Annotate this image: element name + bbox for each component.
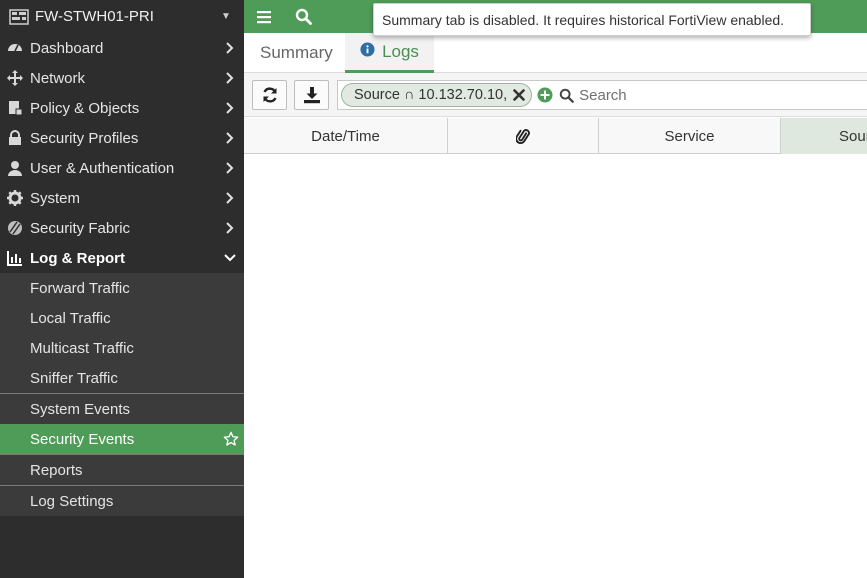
tab-logs[interactable]: Logs [345, 33, 434, 73]
nav-label-security-profiles: Security Profiles [30, 129, 139, 147]
download-button[interactable] [294, 80, 329, 110]
column-label: Date/Time [311, 127, 380, 145]
chevron-right-icon [218, 153, 242, 183]
filter-chip-source[interactable]: Source ∩ 10.132.70.10, [341, 83, 533, 107]
nav-label-log-report: Log & Report [30, 249, 125, 267]
filter-search-box[interactable]: Source ∩ 10.132.70.10, [337, 80, 867, 110]
info-icon [360, 41, 375, 62]
chevron-right-icon [218, 93, 242, 123]
nav-label-dashboard: Dashboard [30, 39, 104, 57]
tab-summary[interactable]: Summary [260, 33, 333, 73]
nav-label-user-authentication: User & Authentication [30, 159, 175, 177]
nav-item-policy-objects[interactable]: Policy & Objects [0, 93, 244, 123]
nav-label-system: System [30, 189, 81, 207]
tab-bar: Summary Logs [244, 33, 867, 73]
hamburger-menu-icon[interactable] [246, 0, 282, 33]
chevron-right-icon [218, 123, 242, 153]
dashboard-icon [6, 39, 24, 57]
nav-item-network[interactable]: Network [0, 63, 244, 93]
sub-label: Reports [30, 461, 83, 479]
nav-label-security-fabric: Security Fabric [30, 219, 131, 237]
fabric-icon [6, 219, 24, 237]
nav-item-security-profiles[interactable]: Security Profiles [0, 123, 244, 153]
close-icon[interactable] [513, 89, 525, 101]
star-icon[interactable] [218, 424, 244, 454]
column-label: Service [664, 127, 715, 145]
sub-label: Security Events [30, 430, 135, 448]
nav-item-log-report[interactable]: Log & Report [0, 243, 244, 273]
chevron-down-icon[interactable]: ▼ [214, 11, 238, 22]
nav-item-system[interactable]: System [0, 183, 244, 213]
chevron-right-icon [218, 33, 242, 63]
column-label: Sour [839, 127, 867, 145]
add-filter-icon[interactable] [537, 87, 553, 103]
chevron-right-icon [218, 213, 242, 243]
tab-logs-label: Logs [382, 41, 419, 61]
column-header-service[interactable]: Service [599, 118, 781, 154]
firewall-device-icon [9, 8, 29, 25]
nav-item-dashboard[interactable]: Dashboard [0, 33, 244, 63]
chevron-right-icon [218, 63, 242, 93]
sub-label: Forward Traffic [30, 279, 130, 297]
sub-item-reports[interactable]: Reports [0, 454, 244, 485]
sub-item-security-events[interactable]: Security Events [0, 424, 244, 454]
sub-label: Local Traffic [30, 309, 111, 327]
sub-label: Sniffer Traffic [30, 369, 118, 387]
sub-item-forward-traffic[interactable]: Forward Traffic [0, 273, 244, 303]
paperclip-icon [516, 129, 530, 145]
sidebar: FW-STWH01-PRI ▼ Dashboard Network Policy… [0, 0, 244, 578]
log-table-header: Date/Time Service Sour [244, 118, 867, 154]
column-header-source[interactable]: Sour [781, 118, 867, 154]
user-icon [6, 159, 24, 177]
device-name: FW-STWH01-PRI [35, 8, 154, 25]
sub-item-log-settings[interactable]: Log Settings [0, 485, 244, 516]
tooltip-text: Summary tab is disabled. It requires his… [382, 11, 785, 28]
device-header[interactable]: FW-STWH01-PRI ▼ [0, 0, 244, 33]
filter-chip-label: Source ∩ 10.132.70.10, [354, 87, 508, 103]
gear-icon [6, 189, 24, 207]
bar-chart-icon [6, 249, 24, 267]
sub-label: Multicast Traffic [30, 339, 134, 357]
log-toolbar: Source ∩ 10.132.70.10, [244, 73, 867, 117]
chevron-right-icon [218, 183, 242, 213]
log-table-body [244, 154, 867, 578]
refresh-icon [262, 87, 277, 103]
sub-item-sniffer-traffic[interactable]: Sniffer Traffic [0, 363, 244, 393]
sub-label: System Events [30, 400, 131, 418]
column-header-date-time[interactable]: Date/Time [244, 118, 448, 154]
nav-item-security-fabric[interactable]: Security Fabric [0, 213, 244, 243]
tab-summary-label: Summary [260, 43, 333, 62]
sub-item-multicast-traffic[interactable]: Multicast Traffic [0, 333, 244, 363]
policy-icon [6, 99, 24, 117]
refresh-button[interactable] [252, 80, 287, 110]
search-icon [559, 88, 574, 103]
sub-label: Log Settings [30, 492, 114, 510]
summary-disabled-tooltip: Summary tab is disabled. It requires his… [373, 3, 811, 36]
search-icon[interactable] [285, 0, 321, 33]
nav-label-network: Network [30, 69, 86, 87]
nav-item-user-authentication[interactable]: User & Authentication [0, 153, 244, 183]
log-report-submenu: Forward Traffic Local Traffic Multicast … [0, 273, 244, 516]
download-icon [303, 87, 320, 104]
nav-label-policy-objects: Policy & Objects [30, 99, 140, 117]
search-input[interactable] [579, 86, 780, 104]
sub-item-local-traffic[interactable]: Local Traffic [0, 303, 244, 333]
column-header-attachment[interactable] [448, 118, 599, 154]
network-icon [6, 69, 24, 87]
sub-item-system-events[interactable]: System Events [0, 393, 244, 424]
lock-icon [6, 129, 24, 147]
chevron-down-icon [218, 243, 242, 273]
